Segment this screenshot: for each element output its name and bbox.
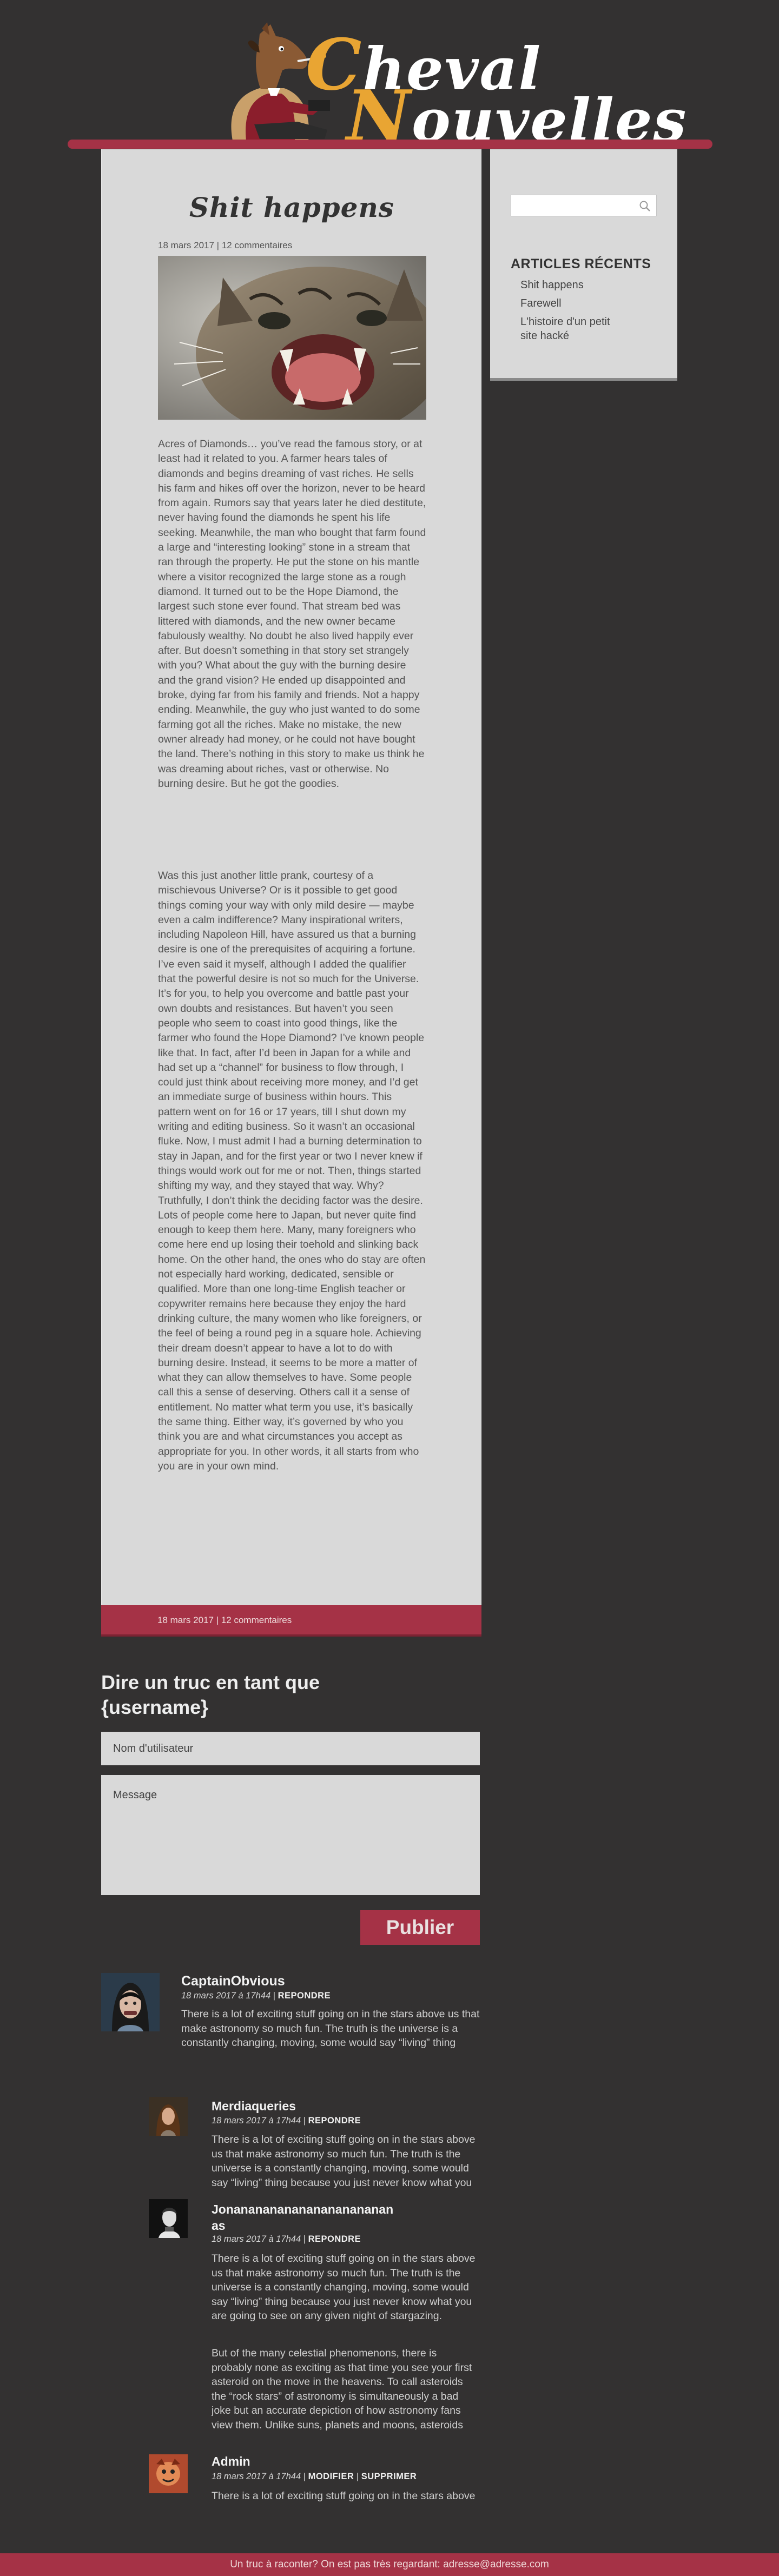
article-meta: 18 mars 2017 | 12 commentaires: [158, 240, 293, 250]
comment-meta: 18 mars 2017 à 17h44 | REPONDRE: [212, 2116, 361, 2125]
article-date: 18 mars 2017: [157, 1615, 214, 1625]
comment-author[interactable]: Merdiaqueries: [212, 2099, 296, 2114]
comment-text: There is a lot of exciting stuff going o…: [212, 2253, 476, 2322]
avatar[interactable]: [101, 1973, 160, 2031]
article-title[interactable]: Shit happens: [102, 191, 482, 223]
comment-date: 18 mars 2017 à 17h44: [212, 2116, 301, 2125]
comment-reply: Merdiaqueries 18 mars 2017 à 17h44 | REP…: [149, 2097, 480, 2189]
site-logo[interactable]: Cheval Nouvelles: [216, 19, 686, 151]
article-panel: Shit happens 18 mars 2017 | 12 commentai…: [101, 149, 481, 1605]
article-footer-bar: 18 mars 2017 | 12 commentaires: [101, 1605, 481, 1637]
recent-article-link[interactable]: L'histoire d'un petit site hacké: [520, 315, 629, 343]
article-footer-meta: 18 mars 2017 | 12 commentaires: [157, 1615, 292, 1625]
search-icon[interactable]: [639, 200, 651, 212]
site-header: Cheval Nouvelles: [0, 0, 779, 151]
sidebar: ARTICLES RÉCENTS Shit happens Farewell L…: [490, 149, 677, 381]
comment-text: There is a lot of exciting stuff going o…: [212, 2490, 476, 2502]
edit-button[interactable]: MODIFIER: [308, 2472, 354, 2481]
comment-date: 18 mars 2017 à 17h44: [212, 2472, 301, 2481]
recent-article-link[interactable]: Shit happens: [520, 278, 650, 292]
avatar[interactable]: [149, 2097, 188, 2136]
username-field[interactable]: [101, 1732, 480, 1765]
comment-text: There is a lot of exciting stuff going o…: [181, 2008, 480, 2049]
comment-date: 18 mars 2017 à 17h44: [212, 2234, 301, 2244]
header-divider: [68, 140, 712, 149]
avatar[interactable]: [149, 2454, 188, 2493]
delete-button[interactable]: SUPPRIMER: [361, 2472, 417, 2481]
reply-button[interactable]: REPONDRE: [308, 2116, 361, 2125]
comment-meta: 18 mars 2017 à 17h44 | REPONDRE: [212, 2234, 361, 2244]
comment-author[interactable]: Jonanananananananananananas: [212, 2201, 395, 2234]
comment-reply: Admin 18 mars 2017 à 17h44 | MODIFIER | …: [149, 2454, 480, 2514]
recent-article-link[interactable]: Farewell: [520, 296, 650, 310]
comment-author[interactable]: Admin: [212, 2454, 250, 2469]
comment-date: 18 mars 2017 à 17h44: [181, 1991, 271, 2001]
comment-text: There is a lot of exciting stuff going o…: [212, 2134, 476, 2189]
article-paragraph: Acres of Diamonds… you’ve read the famou…: [158, 438, 426, 790]
article-image-cat: [158, 256, 426, 420]
comment-meta: 18 mars 2017 à 17h44 | MODIFIER | SUPPRI…: [212, 2472, 417, 2481]
comment-meta: 18 mars 2017 à 17h44 | REPONDRE: [181, 1991, 331, 2001]
comment: CaptainObvious 18 mars 2017 à 17h44 | RE…: [101, 1973, 480, 2049]
message-field[interactable]: [101, 1775, 480, 1895]
avatar[interactable]: [149, 2199, 188, 2238]
reply-button[interactable]: REPONDRE: [278, 1991, 331, 2001]
article-paragraph: Was this just another little prank, cour…: [158, 870, 426, 1472]
comments-count-link[interactable]: 12 commentaires: [222, 240, 292, 250]
publish-button[interactable]: Publier: [360, 1910, 480, 1945]
reply-button[interactable]: REPONDRE: [308, 2234, 361, 2244]
search-input[interactable]: [511, 195, 636, 216]
recent-articles-heading: ARTICLES RÉCENTS: [511, 256, 651, 271]
comment-author[interactable]: CaptainObvious: [181, 1974, 285, 1989]
search-box[interactable]: [511, 195, 657, 216]
site-footer: Un truc à raconter? On est pas très rega…: [0, 2553, 779, 2576]
comment-text: But of the many celestial phenomenons, t…: [212, 2347, 472, 2431]
comment-reply: Jonanananananananananananas 18 mars 2017…: [149, 2199, 480, 2437]
article-date: 18 mars 2017: [158, 240, 214, 250]
comments-count-link[interactable]: 12 commentaires: [221, 1615, 292, 1625]
comment-form-title: Dire un truc en tant que {username}: [101, 1671, 320, 1718]
